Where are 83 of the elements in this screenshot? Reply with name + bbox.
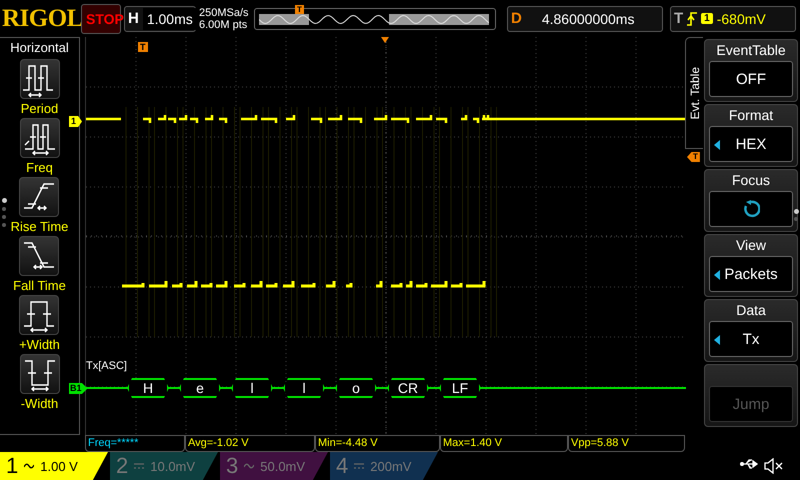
measure-button[interactable] xyxy=(19,236,60,276)
softkey-text: Packets xyxy=(724,266,778,282)
channel-number: 4 xyxy=(336,453,348,479)
sample-rate: 250MSa/s xyxy=(199,6,250,18)
bus-marker[interactable]: B1 xyxy=(69,383,88,394)
menu-label: Rise Time xyxy=(10,219,68,234)
measurement-readout: Max=1.40 V xyxy=(440,435,568,452)
decoded-packet: CR xyxy=(387,378,429,398)
softkey-title: EventTable xyxy=(716,41,786,60)
delay-box[interactable]: D 4.86000000ms xyxy=(507,6,663,32)
menu-tab[interactable]: Evt. Table xyxy=(685,37,703,149)
menu-title: Horizontal xyxy=(10,40,69,55)
run-stop-button[interactable]: STOP xyxy=(81,4,121,34)
softkey-title: Focus xyxy=(732,171,770,190)
measurement-readout: Avg=-1.02 V xyxy=(185,435,315,452)
usb-icon xyxy=(740,458,760,470)
measurement-readout: Freq=***** xyxy=(85,435,185,452)
channel-marker[interactable]: 1 xyxy=(69,116,82,127)
channel-number: 3 xyxy=(226,453,238,479)
rising-edge-icon xyxy=(687,12,698,26)
menu-label: Fall Time xyxy=(13,278,66,293)
menu-label: +Width xyxy=(19,337,60,352)
timebase-value: 1.00ms xyxy=(142,8,197,30)
timebase-box[interactable]: H 1.00ms xyxy=(124,6,196,32)
softkey[interactable]: View Packets xyxy=(704,234,798,297)
memory-depth: 6.00M pts xyxy=(199,18,248,30)
channel-scale: 1.00 V xyxy=(40,458,78,474)
trigger-level: -680mV xyxy=(716,10,766,26)
softkey-title: Format xyxy=(728,106,774,125)
softkey[interactable]: Focus xyxy=(704,169,798,232)
bus-label: Tx[ASC] xyxy=(86,360,127,372)
left-arrow-icon xyxy=(714,335,720,345)
trigger-level-marker[interactable]: T xyxy=(687,152,700,162)
softkey-text: OFF xyxy=(736,70,766,88)
softkey-text: Jump xyxy=(732,396,770,412)
softkey-title: Data xyxy=(736,301,766,320)
horizontal-label: H xyxy=(128,10,139,27)
dc-coupling-icon xyxy=(354,462,364,470)
measurement-readout: Vpp=5.88 V xyxy=(568,435,685,452)
left-arrow-icon xyxy=(714,270,720,280)
trigger-position-icon xyxy=(381,37,389,43)
channel-number: 1 xyxy=(6,453,18,479)
tab-label: Evt. Table xyxy=(688,66,702,120)
channel-scale: 50.0mV xyxy=(260,458,306,474)
channel-tab[interactable]: 1 1.00 V xyxy=(0,452,108,480)
softkey-text: HEX xyxy=(736,136,766,152)
trigger-position-marker: T xyxy=(295,4,304,14)
softkey[interactable]: EventTable OFF xyxy=(704,39,798,102)
trigger-source: 1 xyxy=(701,13,713,24)
channel-scale: 10.0mV xyxy=(150,458,196,474)
measure-button[interactable] xyxy=(20,59,60,99)
measurement-readout: Min=-4.48 V xyxy=(315,435,440,452)
speaker-muted-icon[interactable] xyxy=(764,458,784,474)
ac-coupling-icon xyxy=(24,462,34,470)
measure-button[interactable] xyxy=(20,354,60,394)
memory-waveform-icon xyxy=(259,14,489,24)
ac-coupling-icon xyxy=(244,462,254,470)
trigger-box[interactable]: T 1 -680mV xyxy=(670,6,796,32)
channel-scale: 200mV xyxy=(370,458,412,474)
decoded-packet: LF xyxy=(439,378,481,398)
measure-button[interactable] xyxy=(19,295,60,335)
channel-number: 2 xyxy=(116,453,128,479)
decoded-packet: o xyxy=(335,378,377,398)
dc-coupling-icon xyxy=(134,462,144,470)
softkey[interactable]: Data Tx xyxy=(704,299,798,362)
softkey[interactable]: Format HEX xyxy=(704,104,798,167)
decoded-packet: e xyxy=(179,378,221,398)
trigger-marker[interactable]: T xyxy=(138,42,148,52)
menu-label: -Width xyxy=(20,396,58,411)
menu-label: Freq xyxy=(26,160,53,175)
softkey-text: Tx xyxy=(742,330,760,348)
decoded-packet: l xyxy=(283,378,325,398)
decoded-packet: H xyxy=(127,378,169,398)
rotate-icon xyxy=(742,200,760,218)
delay-value: 4.86000000ms xyxy=(542,10,634,26)
menu-label: Period xyxy=(20,101,58,116)
measure-button[interactable] xyxy=(20,118,60,158)
softkey-title: View xyxy=(736,236,766,255)
delay-label: D xyxy=(511,10,522,27)
decoded-packet: l xyxy=(231,378,273,398)
measure-button[interactable] xyxy=(19,177,60,217)
trigger-label: T xyxy=(674,10,684,27)
left-arrow-icon xyxy=(714,140,720,150)
